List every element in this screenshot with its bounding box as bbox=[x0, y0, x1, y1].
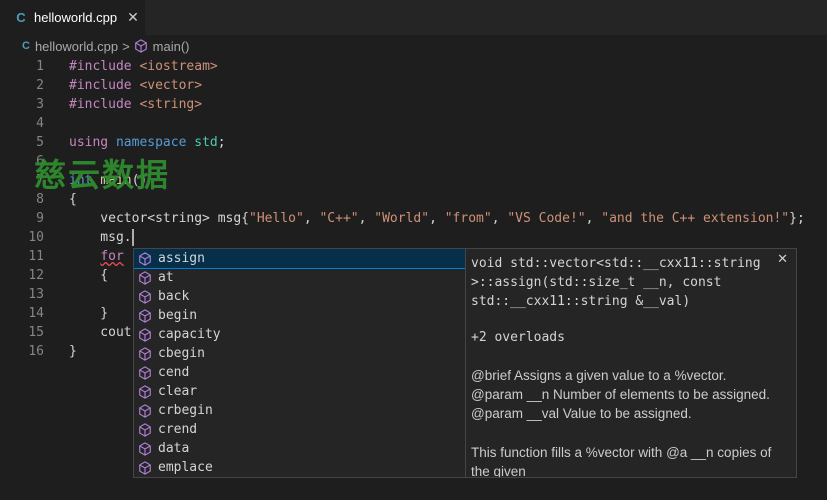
suggestion-item[interactable]: cbegin bbox=[134, 344, 466, 363]
line-number: 15 bbox=[28, 325, 44, 340]
line-number: 10 bbox=[28, 230, 44, 245]
tab-helloworld-cpp[interactable]: C helloworld.cpp ✕ bbox=[0, 0, 145, 35]
suggestion-item[interactable]: capacity bbox=[134, 325, 466, 344]
details-doc: @brief Assigns a given value to a %vecto… bbox=[471, 366, 791, 423]
method-icon bbox=[137, 346, 153, 362]
doc-description: This function fills a %vector with @a __… bbox=[471, 445, 772, 478]
method-icon bbox=[137, 289, 153, 305]
suggestion-label: data bbox=[158, 441, 190, 456]
line-number: 4 bbox=[36, 116, 44, 131]
breadcrumb: C helloworld.cpp > main() bbox=[0, 35, 827, 57]
method-icon bbox=[137, 441, 153, 457]
code-text: } bbox=[69, 306, 109, 321]
suggestion-label: back bbox=[158, 289, 190, 304]
method-icon bbox=[137, 384, 153, 400]
code-text: vector<string> msg{"Hello", "C++", "Worl… bbox=[69, 211, 805, 226]
code-text: cout bbox=[69, 325, 132, 340]
line-number: 11 bbox=[28, 249, 44, 264]
details-overloads: +2 overloads bbox=[471, 330, 565, 345]
watermark-text: 慈云数据 bbox=[34, 156, 171, 194]
details-signature: void std::vector<std::__cxx11::string >:… bbox=[471, 256, 761, 309]
suggestion-item[interactable]: emplace bbox=[134, 458, 466, 477]
code-text: #include <iostream> bbox=[69, 59, 218, 74]
method-icon bbox=[137, 460, 153, 476]
line-number: 16 bbox=[28, 344, 44, 359]
suggestion-label: emplace bbox=[158, 460, 213, 475]
tab-label: helloworld.cpp bbox=[34, 10, 118, 25]
suggestion-label: crend bbox=[158, 422, 198, 437]
doc-param-n: @param __n Number of elements to be assi… bbox=[471, 387, 770, 402]
suggestion-item[interactable]: crbegin bbox=[134, 401, 466, 420]
code-text: } bbox=[69, 344, 77, 359]
line-number: 9 bbox=[36, 211, 44, 226]
line-number: 3 bbox=[36, 97, 44, 112]
line-number: 2 bbox=[36, 78, 44, 93]
suggestion-item[interactable]: cend bbox=[134, 363, 466, 382]
cpp-file-icon: C bbox=[16, 10, 26, 25]
text-cursor bbox=[131, 229, 134, 246]
suggestion-item[interactable]: clear bbox=[134, 382, 466, 401]
suggestion-label: assign bbox=[158, 251, 205, 266]
code-text: msg. bbox=[69, 229, 134, 246]
code-text: #include <vector> bbox=[69, 78, 203, 93]
method-icon bbox=[137, 308, 153, 324]
code-text: #include <string> bbox=[69, 97, 203, 112]
code-text: for bbox=[100, 249, 124, 264]
suggestion-label: begin bbox=[158, 308, 198, 323]
line-number: 13 bbox=[28, 287, 44, 302]
close-icon[interactable]: ✕ bbox=[777, 251, 788, 267]
suggestion-label: crbegin bbox=[158, 403, 213, 418]
close-icon[interactable]: ✕ bbox=[127, 9, 139, 26]
breadcrumb-symbol[interactable]: main() bbox=[153, 39, 190, 54]
suggestion-label: capacity bbox=[158, 327, 221, 342]
suggestion-list[interactable]: assign at back begin capacity cbegin cend clear… bbox=[133, 248, 467, 478]
breadcrumb-file[interactable]: helloworld.cpp bbox=[35, 39, 118, 54]
suggestion-label: at bbox=[158, 270, 174, 285]
doc-param-val: @param __val Value to be assigned. bbox=[471, 406, 692, 421]
suggestion-item[interactable]: crend bbox=[134, 420, 466, 439]
method-icon bbox=[137, 403, 153, 419]
suggestion-details: ✕ void std::vector<std::__cxx11::string … bbox=[465, 248, 797, 478]
line-number: 14 bbox=[28, 306, 44, 321]
suggestion-item[interactable]: at bbox=[134, 268, 466, 287]
suggestion-label: cbegin bbox=[158, 346, 205, 361]
breadcrumb-separator: > bbox=[122, 38, 130, 54]
cpp-file-icon: C bbox=[22, 40, 30, 52]
suggestion-item[interactable]: data bbox=[134, 439, 466, 458]
method-icon bbox=[137, 251, 153, 267]
line-number: 1 bbox=[36, 59, 44, 74]
suggestion-item[interactable]: assign bbox=[134, 249, 466, 269]
suggestion-item[interactable]: back bbox=[134, 287, 466, 306]
method-icon bbox=[137, 270, 153, 286]
line-number: 12 bbox=[28, 268, 44, 283]
method-icon bbox=[137, 422, 153, 438]
method-icon bbox=[137, 327, 153, 343]
doc-brief: @brief Assigns a given value to a %vecto… bbox=[471, 368, 727, 383]
suggestion-label: clear bbox=[158, 384, 198, 399]
suggestion-label: cend bbox=[158, 365, 190, 380]
tab-bar: C helloworld.cpp ✕ bbox=[0, 0, 827, 35]
method-icon bbox=[134, 39, 148, 53]
suggestion-item[interactable]: begin bbox=[134, 306, 466, 325]
code-text: { bbox=[69, 268, 109, 283]
method-icon bbox=[137, 365, 153, 381]
